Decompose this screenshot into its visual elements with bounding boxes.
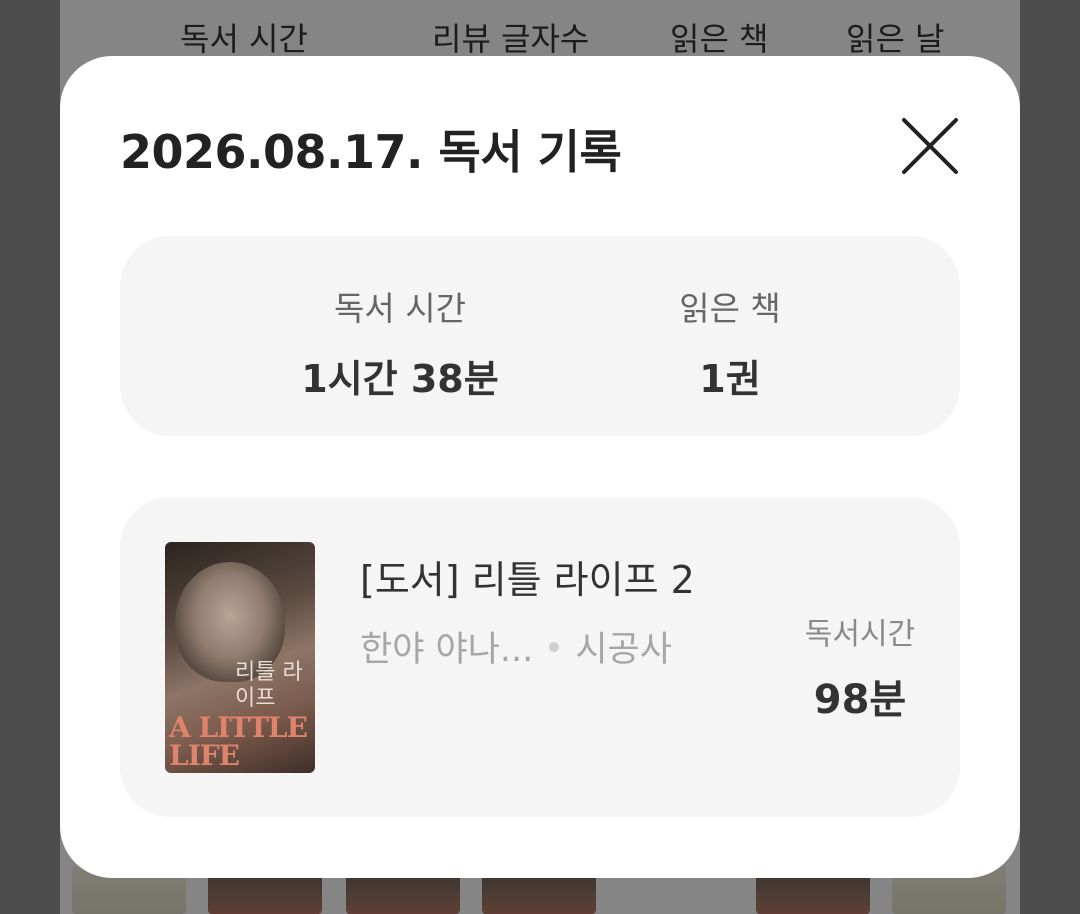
reading-record-dialog: 2026.08.17. 독서 기록 독서 시간 1시간 38분 읽은 책 1권 … <box>60 56 1020 878</box>
separator-dot <box>549 641 560 652</box>
books-read-stat: 읽은 책 1권 <box>650 282 810 403</box>
reading-time-stat: 독서 시간 1시간 38분 <box>300 282 500 403</box>
screen: 독서 시간 리뷰 글자수 읽은 책 읽은 날 2026.08.17. 독서 기록… <box>0 0 1080 914</box>
reading-time-value: 1시간 38분 <box>301 357 499 401</box>
book-title: [도서] 리틀 라이프 2 <box>360 558 695 602</box>
book-reading-time-label: 독서시간 <box>804 617 916 652</box>
book-publisher: 시공사 <box>575 630 672 670</box>
book-author: 한야 야나... <box>360 630 534 670</box>
book-record-item[interactable]: 리틀 라이프 A LITTLE LIFE [도서] 리틀 라이프 2 한야 야나… <box>120 497 960 817</box>
cover-title-en: A LITTLE LIFE <box>169 711 308 772</box>
cover-title-kr: 리틀 라이프 <box>235 660 303 711</box>
close-icon <box>902 118 958 174</box>
books-read-value: 1권 <box>699 357 761 401</box>
book-cover: 리틀 라이프 A LITTLE LIFE <box>165 542 315 773</box>
reading-time-label: 독서 시간 <box>334 289 466 328</box>
reading-summary-card: 독서 시간 1시간 38분 읽은 책 1권 <box>120 236 960 436</box>
dialog-title: 2026.08.17. 독서 기록 <box>120 125 622 179</box>
book-reading-time: 독서시간 98분 <box>790 609 930 725</box>
close-button[interactable] <box>900 116 970 186</box>
book-meta: 한야 야나... 시공사 <box>360 621 672 672</box>
book-reading-time-value: 98분 <box>813 677 907 723</box>
books-read-label: 읽은 책 <box>679 289 781 328</box>
